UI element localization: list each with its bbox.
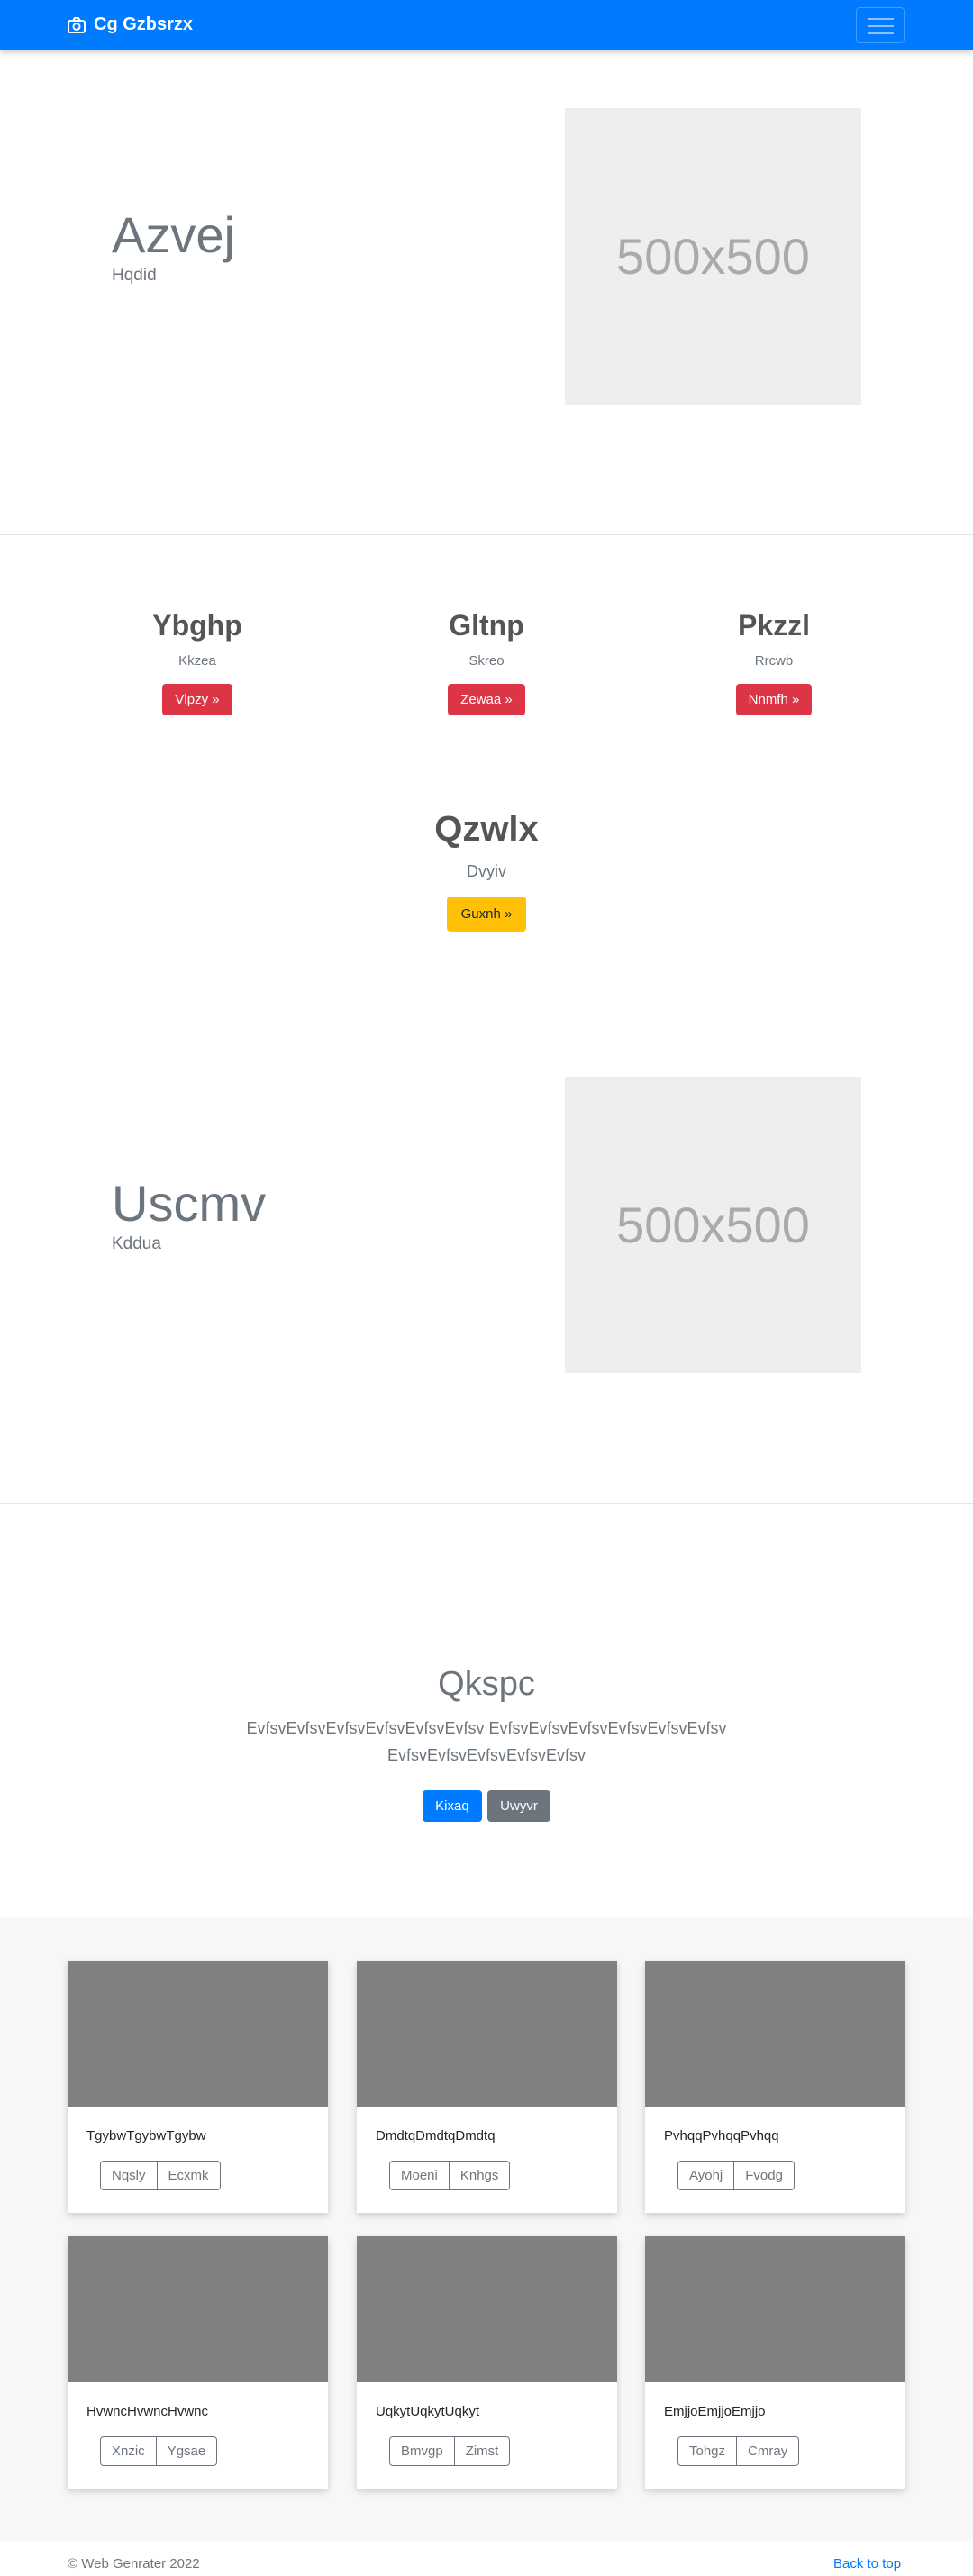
secondary-button[interactable]: Uwyvr [487,1790,550,1822]
card-text: TgybwTgybwTgybw [86,2128,206,2144]
back-to-top-link[interactable]: Back to top [833,2556,901,2571]
card-button[interactable]: Ygsae [156,2436,218,2466]
brand-link[interactable]: Cg Gzbsrzx [68,14,193,35]
column-title: Pkzzl [737,609,811,642]
card-button[interactable]: Ayohj [677,2161,735,2190]
primary-button[interactable]: Kixaq [423,1790,482,1822]
column-button[interactable]: Zewaa » [448,684,525,715]
navbar: Cg Gzbsrzx [0,0,973,50]
card: PvhqqPvhqqPvhqq Ayohj Fvodg [645,1961,905,2213]
placeholder-label: 500x500 [616,228,810,285]
footer-copyright: © Web Genrater 2022 [68,2556,200,2571]
navbar-toggle-button[interactable] [856,7,905,43]
card-image [68,2236,328,2382]
placeholder-label: 500x500 [616,1197,810,1253]
card-button[interactable]: Ecxmk [157,2161,221,2190]
column-1: Ybghp Kkzea Vlpzy » [62,609,332,715]
card-button[interactable]: Zimst [454,2436,511,2466]
card-button[interactable]: Tohgz [677,2436,738,2466]
card-button-group: Tohgz Cmray [677,2436,800,2466]
column-subtitle: Rrcwb [754,653,794,669]
column-button[interactable]: Vlpzy » [162,684,232,715]
card-button-group: Bmvgp Zimst [389,2436,511,2466]
card-button[interactable]: Cmray [737,2436,800,2466]
card-button-group: Ayohj Fvodg [677,2161,795,2190]
card-text: EmjjoEmjjoEmjjo [664,2404,766,2419]
jumbotron-text: EvfsvEvfsvEvfsvEvfsvEvfsvEvfsv EvfsvEvfs… [246,1719,727,1764]
card-button[interactable]: Bmvgp [389,2436,455,2466]
card-button[interactable]: Xnzic [100,2436,157,2466]
card-image [645,1961,905,2107]
jumbotron-title: Qkspc [438,1665,535,1703]
center-button[interactable]: Guxnh » [446,897,527,932]
column-subtitle: Skreo [468,653,505,669]
card-button-group: Xnzic Ygsae [100,2436,218,2466]
card-image [357,2236,617,2382]
card-button[interactable]: Fvodg [734,2161,795,2190]
camera-icon [68,16,86,33]
column-title: Ybghp [152,609,242,642]
card-button[interactable]: Knhgs [449,2161,511,2190]
card: HvwncHvwncHvwnc Xnzic Ygsae [68,2236,328,2489]
feature-subtitle: Hqdid [112,266,157,285]
placeholder-image: 500x500 [565,108,861,405]
column-2: Gltnp Skreo Zewaa » [351,609,622,715]
card-button-group: Moeni Knhgs [389,2161,511,2190]
card: TgybwTgybwTgybw Nqsly Ecxmk [68,1961,328,2213]
card-image [357,1961,617,2107]
card-image [68,1961,328,2107]
card-button[interactable]: Moeni [389,2161,450,2190]
column-button[interactable]: Nnmfh » [735,684,813,715]
center-title: Qzwlx [434,809,539,849]
center-subtitle: Dvyiv [467,862,506,880]
section-divider [0,534,973,535]
jumbotron-buttons: Kixaq Uwyvr [0,1790,973,1822]
card-text: DmdtqDmdtqDmdtq [376,2128,496,2144]
card-button[interactable]: Nqsly [100,2161,158,2190]
card: EmjjoEmjjoEmjjo Tohgz Cmray [645,2236,905,2489]
card-text: HvwncHvwncHvwnc [86,2404,209,2419]
card-text: UqkytUqkytUqkyt [376,2404,480,2419]
brand-name: Cg Gzbsrzx [94,14,194,34]
center-block: Qzwlx Dvyiv Guxnh » [351,809,622,932]
section-divider [0,1503,973,1504]
feature-title: Uscmv [112,1175,267,1232]
card-button-group: Nqsly Ecxmk [100,2161,221,2190]
album-section: TgybwTgybwTgybw Nqsly Ecxmk DmdtqDmdtqDm… [0,1917,973,2541]
card-text: PvhqqPvhqqPvhqq [664,2128,779,2144]
column-subtitle: Kkzea [178,653,216,669]
column-3: Pkzzl Rrcwb Nnmfh » [639,609,909,715]
column-title: Gltnp [449,609,524,642]
feature-title: Azvej [112,206,235,263]
feature-subtitle: Kddua [112,1234,161,1253]
card-image [645,2236,905,2382]
placeholder-image: 500x500 [565,1077,861,1373]
card: DmdtqDmdtqDmdtq Moeni Knhgs [357,1961,617,2213]
card: UqkytUqkytUqkyt Bmvgp Zimst [357,2236,617,2489]
